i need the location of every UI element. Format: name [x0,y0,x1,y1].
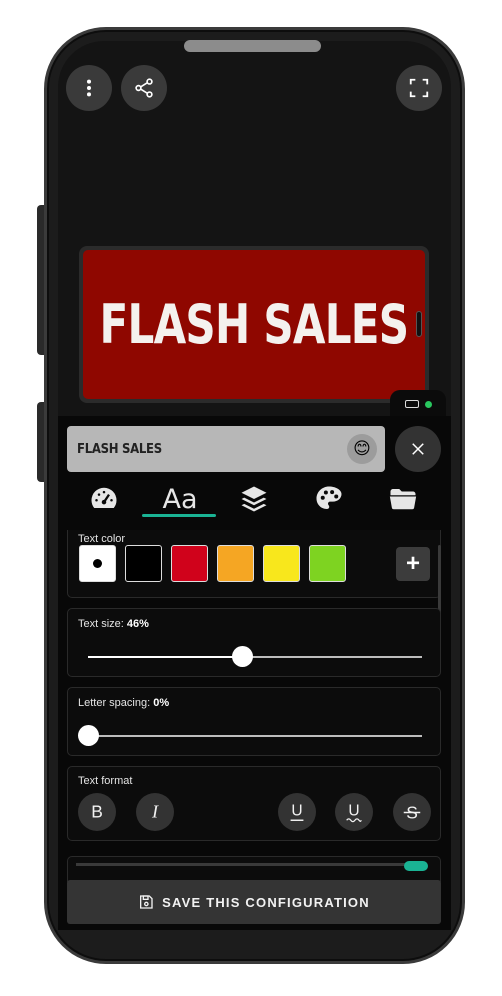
text-color-card: Text color + [67,530,441,615]
menu-button[interactable] [66,65,112,111]
banner-resize-handle[interactable] [416,311,422,337]
italic-glyph: I [151,802,159,822]
fullscreen-icon [409,78,429,98]
letter-spacing-label-text: Letter spacing: [78,697,151,709]
text-input[interactable]: FLASH SALES [67,426,385,472]
battery-icon [404,400,419,408]
italic-icon: I [151,802,159,822]
toggle-switch[interactable] [404,861,428,871]
phone-speaker [184,40,321,52]
banner-preview-frame: FLASH SALES [79,246,429,403]
color-swatch-orange[interactable] [217,545,254,582]
text-size-value: 46% [126,618,149,630]
floppy-disk-icon [140,895,153,909]
emoji-picker-button[interactable]: 😊 [347,434,377,464]
tab-layers[interactable] [218,478,290,520]
text-color-label: Text color [78,533,126,545]
italic-button[interactable]: I [136,793,174,831]
text-size-label: Text size: 46% [78,618,149,630]
banner-preview: FLASH SALES [83,250,425,399]
close-icon [412,443,424,455]
device-status [390,390,446,418]
letter-spacing-card: Letter spacing: 0% [67,687,441,756]
text-size-label-text: Text size: [78,618,124,630]
letter-spacing-slider[interactable] [78,725,422,746]
text-format-card: Text format B I U U S [67,766,441,841]
tab-speed[interactable] [68,478,140,520]
selected-indicator [93,559,102,568]
partial-card [67,856,441,882]
share-button[interactable] [121,65,167,111]
active-tab-indicator [142,514,216,517]
layers-icon [241,486,267,512]
color-swatch-white[interactable] [79,545,116,582]
editor-tabs: Aa [67,478,441,520]
text-size-card: Text size: 46% [67,608,441,677]
color-swatch-green[interactable] [309,545,346,582]
underline-glyph: U [291,803,302,820]
save-label: SAVE THIS CONFIGURATION [162,894,370,910]
settings-scroll-area[interactable]: Text color + Text size: 46% Letter spaci… [67,530,441,870]
tab-palette[interactable] [293,478,365,520]
underline-icon: U [290,803,304,821]
online-indicator [424,400,432,408]
add-color-button[interactable]: + [396,547,430,581]
scrollbar[interactable] [438,545,441,615]
speedometer-icon [91,487,117,508]
letter-spacing-value: 0% [153,697,170,709]
letter-spacing-label: Letter spacing: 0% [78,697,169,709]
color-swatch-red[interactable] [171,545,208,582]
banner-text: FLASH SALES [99,293,410,356]
slider-fill [88,656,242,658]
bold-button[interactable]: B [78,793,116,831]
text-format-label: Text format [78,775,133,787]
text-aa-icon: Aa [162,483,198,515]
save-configuration-button[interactable]: SAVE THIS CONFIGURATION [67,880,441,924]
slider-thumb[interactable] [78,725,99,746]
strikethrough-button[interactable]: S [393,793,431,831]
bold-icon: B [91,802,103,822]
close-button[interactable] [395,426,441,472]
fullscreen-button[interactable] [396,65,442,111]
color-swatch-black[interactable] [125,545,162,582]
palette-icon [316,486,342,509]
strikethrough-icon: S [403,802,421,822]
share-icon [135,78,153,98]
wavy-underline-glyph: U [348,803,359,820]
slider-thumb[interactable] [231,646,253,667]
color-swatch-yellow[interactable] [263,545,300,582]
underline-button[interactable]: U [278,793,316,831]
text-size-slider[interactable] [88,646,422,667]
folder-icon [389,489,417,510]
wavy-underline-button[interactable]: U [335,793,373,831]
tab-folder[interactable] [367,478,439,520]
wavy-underline-icon: U [346,803,362,823]
partial-slider [76,863,406,866]
bold-glyph: B [91,802,103,822]
vertical-dots-icon [86,79,92,97]
